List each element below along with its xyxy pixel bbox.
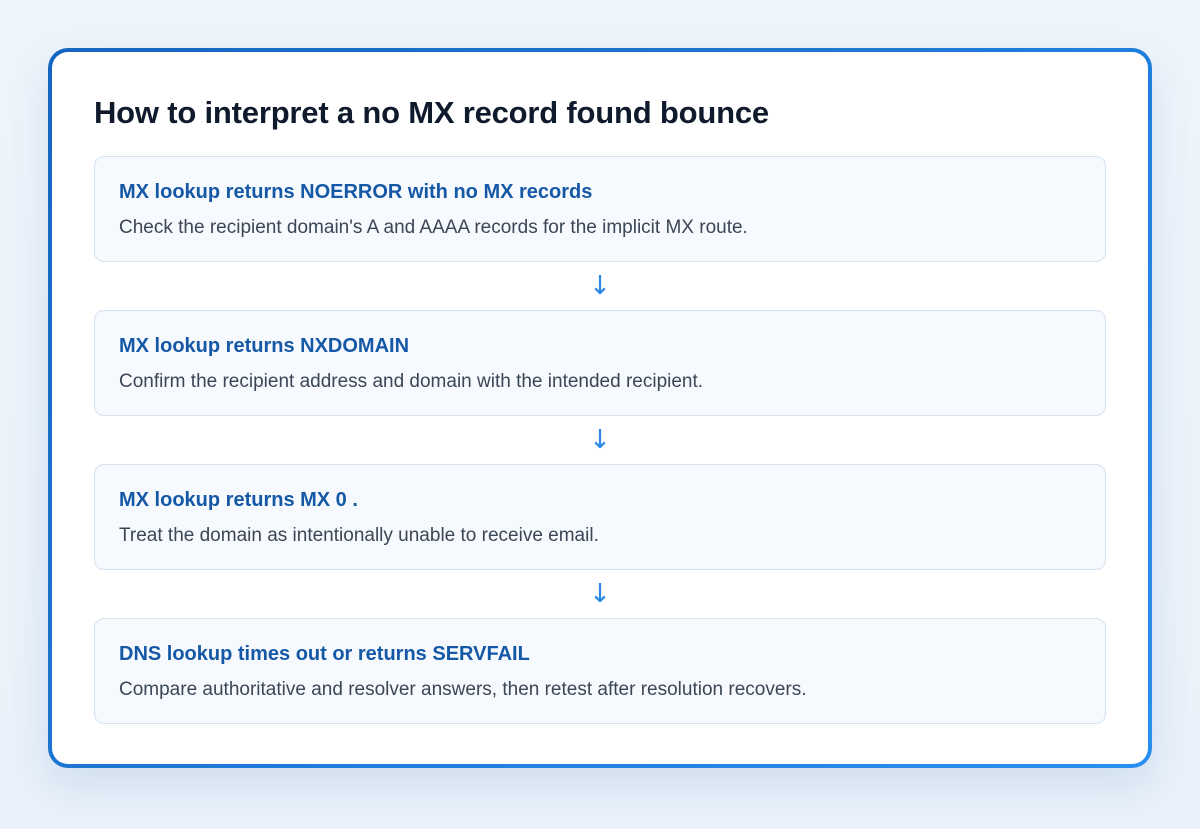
step-description: Check the recipient domain's A and AAAA … [119, 217, 748, 238]
step-title: DNS lookup times out or returns SERVFAIL [119, 643, 530, 665]
page-title: How to interpret a no MX record found bo… [94, 95, 769, 130]
card-frame: How to interpret a no MX record found bo… [48, 48, 1152, 768]
arrow-down-icon: ↓ [589, 271, 611, 301]
step-description: Compare authoritative and resolver answe… [119, 679, 807, 700]
step-card-nxdomain: MX lookup returns NXDOMAIN Confirm the r… [94, 310, 1106, 416]
step-description: Confirm the recipient address and domain… [119, 371, 704, 392]
arrow-down-icon: ↓ [589, 579, 611, 609]
flow-card: How to interpret a no MX record found bo… [52, 52, 1148, 764]
step-title: MX lookup returns NOERROR with no MX rec… [119, 181, 593, 203]
arrow-down-icon: ↓ [589, 425, 611, 455]
step-title: MX lookup returns NXDOMAIN [119, 335, 410, 357]
step-card-servfail: DNS lookup times out or returns SERVFAIL… [94, 618, 1106, 724]
step-card-noerror: MX lookup returns NOERROR with no MX rec… [94, 156, 1106, 262]
step-card-null-mx: MX lookup returns MX 0 . Treat the domai… [94, 464, 1106, 570]
step-title: MX lookup returns MX 0 . [119, 489, 358, 511]
flow-steps: MX lookup returns NOERROR with no MX rec… [94, 156, 1106, 724]
step-description: Treat the domain as intentionally unable… [119, 525, 599, 546]
